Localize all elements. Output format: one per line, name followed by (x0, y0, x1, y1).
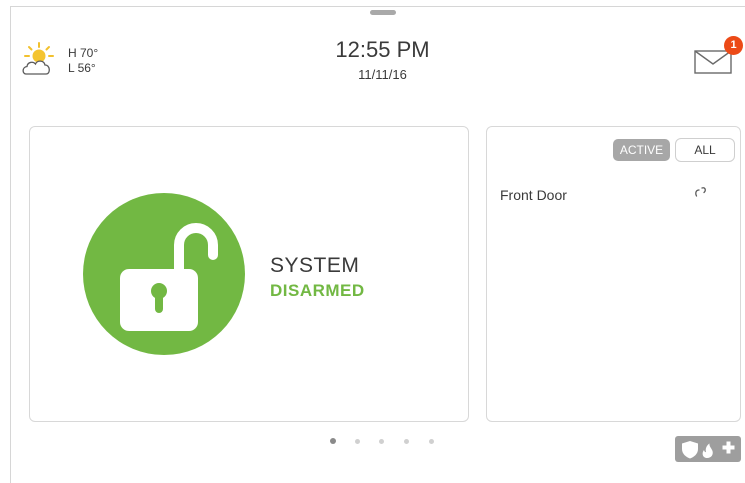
partly-sunny-icon (22, 42, 54, 75)
page-dot-3[interactable] (379, 439, 384, 444)
messages-badge: 1 (724, 36, 743, 55)
system-status-label: SYSTEM (270, 254, 360, 277)
frame-left-border (10, 6, 11, 483)
sensors-panel: ACTIVE ALL Front Door (486, 126, 741, 422)
emergency-button[interactable] (675, 436, 741, 462)
page-dot-1[interactable] (330, 438, 336, 444)
temperature-high: H 70° (68, 46, 99, 60)
medical-cross-icon (722, 441, 735, 454)
messages-button[interactable]: 1 (690, 36, 743, 80)
pull-down-handle[interactable] (370, 10, 396, 15)
system-status-value: DISARMED (270, 281, 365, 300)
tab-active[interactable]: ACTIVE (613, 139, 670, 161)
tab-all[interactable]: ALL (675, 138, 735, 162)
weather-widget: H 70° L 56° (20, 40, 120, 80)
sensor-row[interactable]: Front Door (487, 179, 740, 209)
envelope-icon (694, 50, 732, 74)
lock-status-circle[interactable] (83, 193, 245, 355)
page-dot-5[interactable] (429, 439, 434, 444)
system-status-panel[interactable]: SYSTEM DISARMED (29, 126, 469, 422)
sensor-name: Front Door (500, 187, 567, 203)
unlocked-padlock-icon (120, 223, 218, 331)
page-dot-2[interactable] (355, 439, 360, 444)
page-indicator (325, 437, 445, 449)
fire-icon (702, 443, 713, 458)
clock-date: 11/11/16 (358, 67, 407, 82)
clock-time: 12:55 PM (335, 37, 430, 62)
emergency-icons (682, 441, 735, 459)
temperature-low: L 56° (68, 61, 96, 75)
door-open-icon (695, 187, 706, 197)
page-dot-4[interactable] (404, 439, 409, 444)
frame-top-border (10, 6, 745, 7)
shield-icon (682, 441, 698, 459)
